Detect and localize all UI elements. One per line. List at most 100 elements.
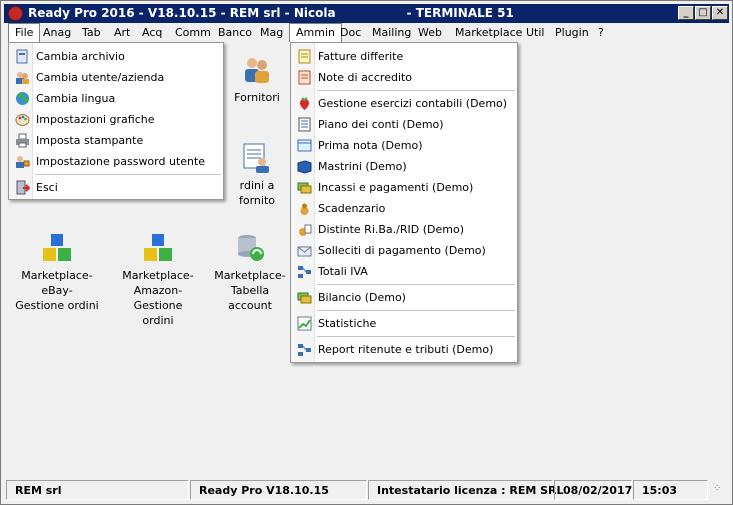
status-time: 15:03 — [633, 480, 708, 500]
credit-note-icon — [297, 70, 312, 85]
fornitori-label: Fornitori — [234, 91, 280, 104]
payments-icon — [297, 180, 312, 195]
ammin-menu-item-mastrini[interactable]: Mastrini (Demo) — [291, 156, 517, 177]
ammin-menu-label: Totali IVA — [318, 265, 368, 278]
desktop-ebay-orders[interactable]: Marketplace- eBay- Gestione ordini — [6, 232, 108, 313]
menu-help[interactable]: ? — [592, 23, 610, 42]
menu-comm[interactable]: Comm — [169, 23, 217, 42]
amazon-label-line2: Amazon- Gestione — [133, 284, 183, 312]
ammin-menu-item-statistiche[interactable]: Statistiche — [291, 313, 517, 334]
desktop-fornitori[interactable]: Fornitori — [226, 54, 288, 105]
menu-separator — [317, 336, 515, 337]
file-menu-label: Cambia lingua — [36, 92, 116, 105]
ammin-menu-label: Prima nota (Demo) — [318, 139, 423, 152]
deadlines-icon — [297, 201, 312, 216]
ammin-menu-item-distinte-riba[interactable]: Distinte Ri.Ba./RID (Demo) — [291, 219, 517, 240]
chart-of-accounts-icon — [297, 117, 312, 132]
file-menu-item-password-utente[interactable]: Impostazione password utente — [9, 151, 223, 172]
strawberry-app-icon[interactable] — [8, 6, 23, 21]
globe-icon — [15, 91, 30, 106]
ammin-menu-item-bilancio[interactable]: Bilancio (Demo) — [291, 287, 517, 308]
menu-web[interactable]: Web — [412, 23, 448, 42]
ammin-menu-item-report-ritenute[interactable]: Report ritenute e tributi (Demo) — [291, 339, 517, 360]
file-menu-item-cambia-utente[interactable]: Cambia utente/azienda — [9, 67, 223, 88]
file-menu-item-cambia-lingua[interactable]: Cambia lingua — [9, 88, 223, 109]
ammin-menu-label: Scadenzario — [318, 202, 386, 215]
title-bar[interactable]: Ready Pro 2016 - V18.10.15 - REM srl - N… — [4, 4, 729, 23]
app-window: Ready Pro 2016 - V18.10.15 - REM srl - N… — [0, 0, 733, 505]
file-menu-label: Impostazioni grafiche — [36, 113, 155, 126]
ammin-menu-label: Mastrini (Demo) — [318, 160, 407, 173]
menu-banco[interactable]: Banco — [212, 23, 258, 42]
menu-separator — [35, 174, 221, 175]
menu-art[interactable]: Art — [108, 23, 136, 42]
file-menu-item-cambia-archivio[interactable]: Cambia archivio — [9, 46, 223, 67]
cubes-icon — [142, 232, 174, 264]
amazon-label-line3: ordini — [142, 314, 174, 327]
status-version: Ready Pro V18.10.15 — [190, 480, 367, 500]
file-menu-item-impostazioni-grafiche[interactable]: Impostazioni grafiche — [9, 109, 223, 130]
file-menu-label: Esci — [36, 181, 58, 194]
menu-doc[interactable]: Doc — [334, 23, 367, 42]
balance-icon — [297, 290, 312, 305]
file-menu-label: Cambia utente/azienda — [36, 71, 165, 84]
file-menu-label: Imposta stampante — [36, 134, 144, 147]
ammin-menu-label: Distinte Ri.Ba./RID (Demo) — [318, 223, 464, 236]
journal-icon — [297, 138, 312, 153]
menu-marketplace[interactable]: Marketplace — [449, 23, 528, 42]
ammin-menu-item-solleciti[interactable]: Solleciti di pagamento (Demo) — [291, 240, 517, 261]
status-date: 08/02/2017 — [554, 480, 632, 500]
close-button[interactable]: ✕ — [712, 6, 728, 20]
ammin-menu-item-totali-iva[interactable]: Totali IVA — [291, 261, 517, 282]
ebay-label-line2: Gestione ordini — [15, 299, 99, 312]
ammin-menu-item-esercizi-contabili[interactable]: Gestione esercizi contabili (Demo) — [291, 93, 517, 114]
ammin-menu-label: Note di accredito — [318, 71, 413, 84]
ammin-menu-label: Incassi e pagamenti (Demo) — [318, 181, 474, 194]
desktop-account-table[interactable]: Marketplace- Tabella account — [210, 232, 290, 313]
supplier-orders-icon — [241, 142, 273, 174]
menu-plugin[interactable]: Plugin — [549, 23, 595, 42]
menu-util[interactable]: Util — [520, 23, 550, 42]
ammin-menu-item-note-accredito[interactable]: Note di accredito — [291, 67, 517, 88]
ammin-menu-label: Piano dei conti (Demo) — [318, 118, 444, 131]
file-menu-item-esci[interactable]: Esci — [9, 177, 223, 198]
menu-tab[interactable]: Tab — [76, 23, 107, 42]
window-title: Ready Pro 2016 - V18.10.15 - REM srl - N… — [28, 6, 514, 20]
palette-icon — [15, 112, 30, 127]
ammin-menu-label: Bilancio (Demo) — [318, 291, 406, 304]
cubes-icon — [41, 232, 73, 264]
menu-mailing[interactable]: Mailing — [366, 23, 417, 42]
vat-totals-icon — [297, 264, 312, 279]
maximize-button[interactable]: □ — [695, 6, 711, 20]
ammin-menu-label: Gestione esercizi contabili (Demo) — [318, 97, 508, 110]
menu-bar: File Anag Tab Art Acq Comm Banco Mag Amm… — [4, 23, 729, 42]
statistics-icon — [297, 316, 312, 331]
ammin-menu-label: Report ritenute e tributi (Demo) — [318, 343, 494, 356]
menu-separator — [317, 310, 515, 311]
menu-acq[interactable]: Acq — [136, 23, 168, 42]
exit-icon — [15, 180, 31, 195]
ammin-menu-item-prima-nota[interactable]: Prima nota (Demo) — [291, 135, 517, 156]
tabella-label-line1: Marketplace- — [214, 269, 286, 282]
desktop-ordini-fornitori[interactable]: rdini a fornito — [222, 142, 292, 208]
resize-grip-icon[interactable]: ⁘ — [713, 483, 721, 494]
ammin-menu-dropdown: Fatture differite Note di accredito Gest… — [290, 42, 518, 363]
menu-mag[interactable]: Mag — [254, 23, 289, 42]
menu-anag[interactable]: Anag — [37, 23, 77, 42]
ledger-book-icon — [297, 159, 312, 174]
status-bar: REM srl Ready Pro V18.10.15 Intestatario… — [4, 479, 729, 501]
invoice-icon — [297, 49, 312, 64]
riba-icon — [297, 222, 312, 237]
menu-file[interactable]: File — [8, 23, 41, 42]
desktop-amazon-orders[interactable]: Marketplace- Amazon- Gestione ordini — [108, 232, 208, 328]
ammin-menu-label: Fatture differite — [318, 50, 404, 63]
ammin-menu-item-scadenzario[interactable]: Scadenzario — [291, 198, 517, 219]
file-menu-item-imposta-stampante[interactable]: Imposta stampante — [9, 130, 223, 151]
ammin-menu-item-fatture-differite[interactable]: Fatture differite — [291, 46, 517, 67]
ammin-menu-item-incassi-pagamenti[interactable]: Incassi e pagamenti (Demo) — [291, 177, 517, 198]
status-company: REM srl — [6, 480, 189, 500]
minimize-button[interactable]: _ — [678, 6, 694, 20]
file-menu-label: Impostazione password utente — [36, 155, 206, 168]
ammin-menu-item-piano-conti[interactable]: Piano dei conti (Demo) — [291, 114, 517, 135]
reminder-icon — [297, 243, 312, 258]
